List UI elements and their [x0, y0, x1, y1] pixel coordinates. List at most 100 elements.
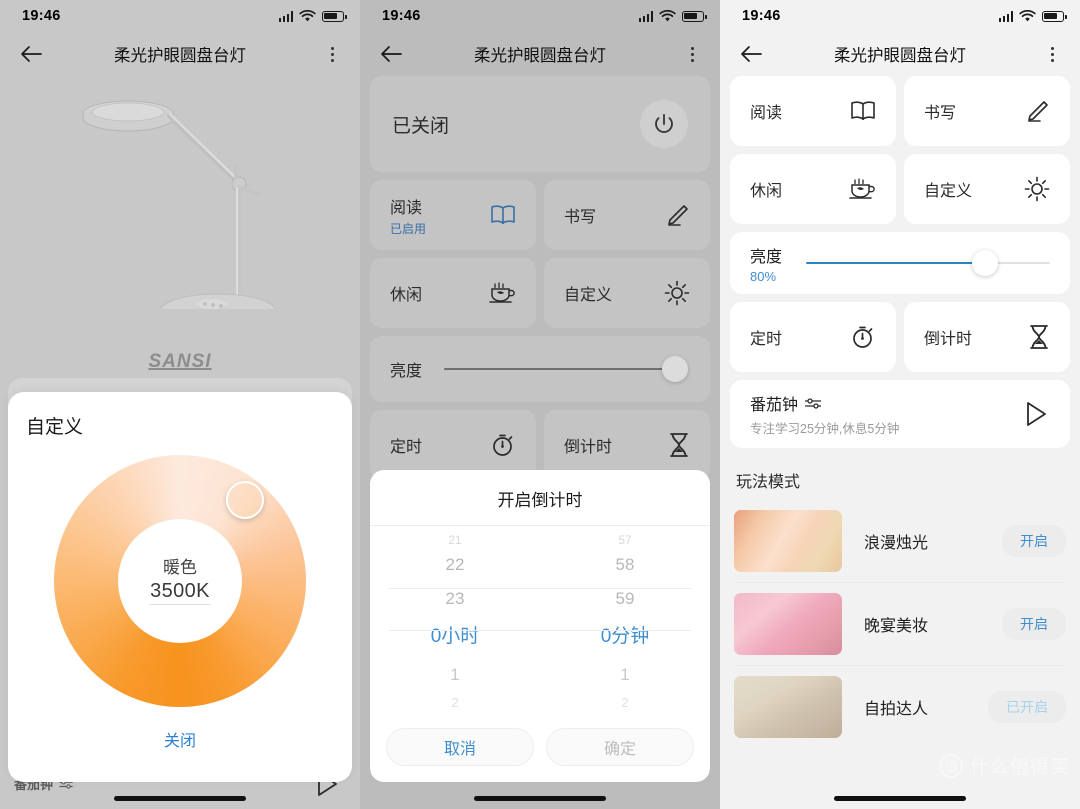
brightness-card[interactable]: 亮度 80% — [730, 232, 1070, 294]
minute-prev: 58 — [615, 555, 635, 574]
sliders-icon[interactable] — [804, 397, 822, 409]
list-item[interactable]: 浪漫烛光 开启 — [734, 500, 1066, 583]
brightness-slider[interactable] — [806, 250, 1050, 276]
home-indicator — [0, 796, 360, 801]
color-wheel-knob[interactable] — [226, 481, 264, 519]
custom-dialog-title: 自定义 — [26, 417, 84, 438]
status-time: 19:46 — [382, 8, 421, 24]
back-arrow-icon[interactable] — [736, 39, 766, 69]
mode-button-writing[interactable]: 书写 — [544, 180, 710, 250]
mode-button-custom[interactable]: 自定义 — [904, 154, 1070, 224]
pomodoro-card[interactable]: 番茄钟 专注学习25分钟,休息5分钟 — [730, 380, 1070, 448]
power-card[interactable]: 已关闭 — [370, 76, 710, 172]
color-temperature-value: 3500K — [150, 580, 210, 605]
more-options-icon[interactable] — [1040, 42, 1064, 66]
brightness-card[interactable]: 亮度 — [370, 336, 710, 402]
power-icon[interactable] — [640, 100, 688, 148]
close-button[interactable]: 关闭 — [26, 727, 334, 751]
minute-far-next: 2 — [621, 695, 629, 710]
more-options-icon[interactable] — [680, 42, 704, 66]
mode-row-2: 休闲 自定义 — [370, 258, 710, 328]
candlelight-thumbnail — [734, 510, 842, 572]
play-modes-section-title: 玩法模式 — [736, 474, 801, 491]
mode-button-leisure[interactable]: 休闲 — [370, 258, 536, 328]
page-title: 柔光护眼圆盘台灯 — [114, 47, 246, 65]
play-modes-list: 浪漫烛光 开启 晚宴美妆 开启 自拍达人 已开启 — [720, 500, 1080, 748]
hour-far-next: 2 — [451, 695, 459, 710]
sun-icon — [664, 280, 690, 306]
minute-near-prev: 59 — [615, 589, 635, 608]
panel-countdown-dialog: 19:46 柔光护眼圆盘台灯 已关闭 阅读 已启用 书写 休闲 自定义 亮度 定… — [360, 0, 720, 809]
play-mode-toggle[interactable]: 开启 — [1002, 608, 1066, 640]
panel-main-controls: 19:46 柔光护眼圆盘台灯 阅读 书写 休闲 自定义 亮度 80% 定时 倒计… — [720, 0, 1080, 809]
mode-button-reading[interactable]: 阅读 已启用 — [370, 180, 536, 250]
page-title: 柔光护眼圆盘台灯 — [834, 47, 966, 65]
play-mode-name: 自拍达人 — [864, 701, 929, 718]
more-options-icon[interactable] — [320, 42, 344, 66]
timer-button-countdown[interactable]: 倒计时 — [904, 302, 1070, 372]
brightness-slider[interactable] — [444, 356, 688, 382]
stopwatch-icon — [853, 326, 873, 348]
stopwatch-icon — [493, 434, 513, 456]
back-arrow-icon[interactable] — [376, 39, 406, 69]
brand-logo: SANSI — [148, 351, 212, 372]
mode-label: 阅读 — [750, 105, 783, 122]
status-bar: 19:46 — [360, 0, 720, 32]
mode-button-reading[interactable]: 阅读 — [730, 76, 896, 146]
mode-row-1: 阅读 书写 — [730, 76, 1070, 146]
back-arrow-icon[interactable] — [16, 39, 46, 69]
color-temperature-wheel[interactable]: 暖色 3500K — [54, 455, 306, 707]
slider-fill — [806, 261, 982, 265]
teacup-icon — [849, 178, 875, 199]
mode-row-1: 阅读 已启用 书写 — [370, 180, 710, 250]
mode-button-writing[interactable]: 书写 — [904, 76, 1070, 146]
controls-list: 阅读 书写 休闲 自定义 亮度 80% 定时 倒计时 番茄钟 专注学习25分钟,… — [720, 76, 1080, 448]
selfie-thumbnail — [734, 676, 842, 738]
brightness-label: 亮度 — [750, 248, 783, 266]
hour-picker-column[interactable]: 21 22 23 0小时 1 2 — [370, 532, 540, 714]
pencil-icon — [1028, 101, 1048, 122]
home-indicator — [720, 796, 1080, 801]
minute-far-prev: 57 — [618, 533, 632, 547]
signal-bars-icon — [998, 10, 1013, 22]
minute-selected[interactable]: 0分钟 — [540, 616, 710, 658]
title-bar: 柔光护眼圆盘台灯 — [720, 32, 1080, 76]
color-wheel-center: 暖色 3500K — [118, 519, 242, 643]
hourglass-icon — [670, 433, 688, 457]
brightness-label: 亮度 — [390, 363, 423, 380]
play-mode-toggle[interactable]: 已开启 — [988, 691, 1066, 723]
confirm-button[interactable]: 确定 — [546, 728, 694, 766]
minute-next: 1 — [620, 665, 630, 684]
battery-icon — [322, 10, 347, 22]
pencil-icon — [668, 205, 688, 226]
mode-label: 休闲 — [750, 183, 783, 200]
mode-button-custom[interactable]: 自定义 — [544, 258, 710, 328]
book-icon — [491, 205, 515, 224]
list-item[interactable]: 晚宴美妆 开启 — [734, 583, 1066, 666]
timer-button-schedule[interactable]: 定时 — [730, 302, 896, 372]
makeup-thumbnail — [734, 593, 842, 655]
title-bar: 柔光护眼圆盘台灯 — [0, 32, 360, 76]
timer-label: 倒计时 — [924, 331, 973, 348]
minute-picker-column[interactable]: 57 58 59 0分钟 1 2 — [540, 532, 710, 714]
desk-lamp-image — [82, 100, 277, 332]
list-item[interactable]: 自拍达人 已开启 — [734, 666, 1066, 748]
slider-thumb[interactable] — [662, 356, 688, 382]
hour-selected[interactable]: 0小时 — [370, 616, 540, 658]
timer-label: 倒计时 — [564, 439, 613, 456]
slider-rail — [444, 368, 686, 370]
play-mode-toggle[interactable]: 开启 — [1002, 525, 1066, 557]
mode-button-leisure[interactable]: 休闲 — [730, 154, 896, 224]
sun-icon — [1024, 176, 1050, 202]
countdown-picker[interactable]: 21 22 23 0小时 1 2 57 58 59 0分钟 1 2 — [370, 526, 710, 716]
play-icon[interactable] — [1022, 399, 1050, 429]
cancel-button[interactable]: 取消 — [386, 728, 534, 766]
slider-thumb[interactable] — [971, 250, 998, 276]
hourglass-icon — [1030, 325, 1048, 349]
mode-label: 书写 — [924, 105, 957, 122]
mode-label: 阅读 — [390, 199, 423, 217]
signal-bars-icon — [278, 10, 293, 22]
hour-far-prev: 21 — [448, 533, 462, 547]
wifi-icon — [1019, 9, 1036, 21]
hour-near-prev: 23 — [445, 589, 465, 608]
